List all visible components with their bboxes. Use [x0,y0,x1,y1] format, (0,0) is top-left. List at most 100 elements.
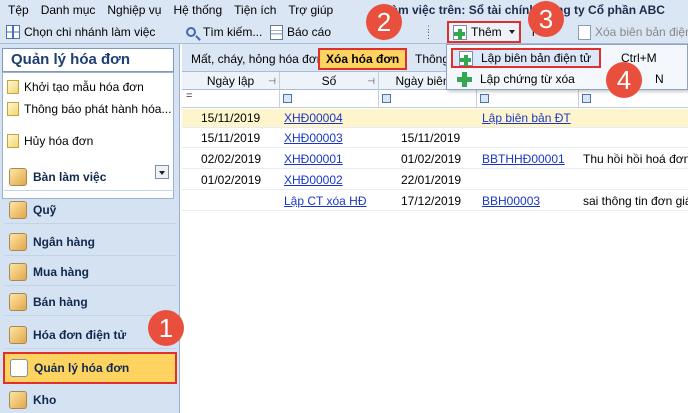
module-desktop[interactable]: Bàn làm việc [4,163,176,191]
plus-icon [457,71,472,87]
cell-date [197,192,280,211]
pin-icon: ⊣ [367,76,375,86]
branch-label: Chọn chi nhánh làm việc [24,25,156,39]
cell-number-link[interactable]: XHĐ00003 [280,129,379,148]
menu-catalog[interactable]: Danh mục [35,0,102,20]
module-invoice-management[interactable]: Quản lý hóa đơn [3,352,177,384]
cell-number-link[interactable]: XHĐ00004 [280,109,379,128]
add-button[interactable]: Thêm [447,21,521,43]
invoice-icon [10,359,28,377]
col-number-label: Số [321,74,337,88]
workspace-label: làm việc trên: Sổ tài chính Công ty Cổ p… [388,3,665,17]
step-badge-4: 4 [606,62,642,98]
pin-icon: ⊣ [268,76,276,86]
menu-file[interactable]: Tệp [0,0,35,20]
cell-reason [579,129,688,148]
sidebar-title: Quản lý hóa đơn [2,48,174,72]
bank-icon [9,232,27,251]
cell-report-date: 01/02/2019 [401,152,462,166]
cell-reason [579,171,688,190]
cell-date: 01/02/2019 [201,173,262,187]
cash-icon [9,200,27,219]
report-button[interactable]: Báo cáo [270,22,331,42]
filter-icon [382,94,391,103]
cell-date: 15/11/2019 [201,111,261,125]
filter-icon [283,94,292,103]
module-label: Quỹ [33,202,57,217]
branch-button[interactable]: Chọn chi nhánh làm việc [6,22,155,42]
cell-report-date: 17/12/2019 [401,194,462,208]
filter-report[interactable] [477,90,579,108]
table-row[interactable]: 02/02/2019 XHĐ00001 01/02/2019 BBTHHĐ000… [182,150,688,169]
shortcut-label: N [655,72,664,86]
desktop-icon [9,167,27,186]
table-row[interactable]: Lập CT xóa HĐ 17/12/2019 BBH00003 sai th… [182,192,688,211]
cell-report-link[interactable]: Lập biên bản ĐT [478,109,579,128]
chevron-down-icon [508,30,515,34]
cell-report-link[interactable] [478,129,579,148]
table-row[interactable]: 15/11/2019 XHĐ00004 Lập biên bản ĐT [182,109,688,128]
cell-report-date: 22/01/2019 [401,173,462,187]
cell-date: 02/02/2019 [201,152,262,166]
menu-help[interactable]: Trợ giúp [282,0,339,20]
menu-item-create-delete-voucher[interactable]: Lập chứng từ xóa [451,69,685,89]
col-date-label: Ngày lập [206,74,255,88]
step-badge-3: 3 [528,1,564,37]
module-label: Quản lý hóa đơn [34,361,130,375]
filter-report-date[interactable] [379,90,477,108]
menu-system[interactable]: Hệ thống [167,0,228,20]
search-label: Tìm kiếm... [203,25,263,39]
module-warehouse[interactable]: Kho [4,386,176,413]
document-icon [578,24,591,40]
filter-number[interactable] [280,90,379,108]
tab-delete-invoice[interactable]: Xóa hóa đơn [318,48,408,70]
e-invoice-icon [9,325,27,344]
module-label: Bàn làm việc [33,169,107,184]
add-label: Thêm [471,25,502,39]
cell-date: 15/11/2019 [201,131,261,145]
link-label: Hủy hóa đơn [24,134,94,148]
cell-reason: Thu hồi hồi hoá đơn c [583,152,688,166]
cell-report-link[interactable]: BBH00003 [478,192,579,211]
equals-operator: = [186,90,193,102]
menu-item-label: Lập biên bản điện tử [481,51,592,65]
menu-operations[interactable]: Nghiệp vụ [101,0,167,20]
table-row[interactable]: 01/02/2019 XHĐ00002 22/01/2019 [182,171,688,190]
col-number[interactable]: Số ⊣ [280,72,379,90]
module-label: Bán hàng [33,294,88,309]
document-icon [7,134,19,148]
report-icon [270,24,283,40]
link-cancel-invoice[interactable]: Hủy hóa đơn [7,131,93,151]
cell-report-link[interactable]: BBTHHĐ00001 [478,150,579,169]
step-badge-2: 2 [366,4,402,40]
cell-number-link[interactable]: XHĐ00002 [280,171,379,190]
module-label: Kho [33,392,57,407]
menu-utilities[interactable]: Tiện ích [228,0,282,20]
module-bank[interactable]: Ngân hàng [4,228,176,256]
cell-number-link[interactable]: XHĐ00001 [280,150,379,169]
search-button[interactable]: Tìm kiếm... [186,22,262,42]
tab-lost-damaged-invoice[interactable]: Mất, cháy, hỏng hóa đơn [186,51,328,70]
cell-number-link[interactable]: Lập CT xóa HĐ [280,192,379,211]
cell-report-link[interactable] [478,171,579,190]
table-row[interactable]: 15/11/2019 XHĐ00003 15/11/2019 [182,129,688,148]
cell-report-date: 15/11/2019 [401,131,461,145]
menu-item-create-e-report[interactable]: Lập biên bản điện tử [451,48,601,68]
warehouse-icon [9,390,27,409]
col-date[interactable]: Ngày lập ⊣ [182,72,280,90]
delete-report-button[interactable]: Xóa biên bản điện [578,22,688,42]
add-document-icon [453,24,467,40]
document-icon [7,80,19,94]
link-invoice-announcement[interactable]: Thông báo phát hành hóa... [7,99,171,119]
invoice-grid: Ngày lập ⊣ Số ⊣ Ngày biên b = 15/11/2019 X… [182,72,688,413]
link-create-invoice-template[interactable]: Khởi tạo mẫu hóa đơn [7,77,144,97]
module-label: Mua hàng [33,264,89,279]
filter-date[interactable]: = [182,90,280,108]
sales-icon [9,292,27,311]
module-cash[interactable]: Quỹ [4,196,176,224]
link-label: Thông báo phát hành hóa... [24,102,172,116]
module-sales[interactable]: Bán hàng [4,288,176,316]
module-label: Hóa đơn điện tử [33,327,127,342]
cell-report-date [397,109,477,128]
module-purchase[interactable]: Mua hàng [4,258,176,286]
